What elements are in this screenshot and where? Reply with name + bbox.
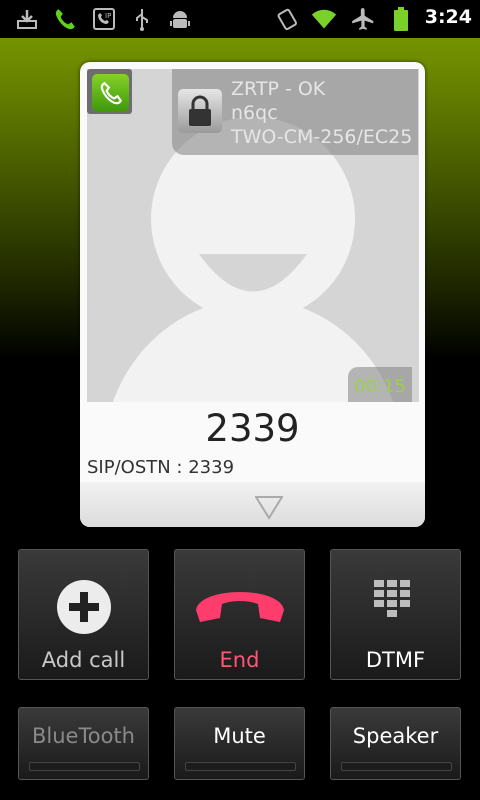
add-call-label: Add call — [41, 648, 126, 672]
call-icon — [52, 6, 78, 32]
call-card: 00:15 ZRTP - OK n6qc TWO-CM-256/EC25 233… — [80, 62, 425, 527]
svg-text:IP: IP — [105, 12, 111, 20]
speaker-label: Speaker — [352, 724, 439, 748]
bluetooth-toggle[interactable]: BlueTooth — [18, 707, 149, 780]
remote-number: 2339 — [205, 407, 300, 450]
vibrate-icon — [274, 6, 300, 32]
zrtp-status: ZRTP - OK — [231, 78, 326, 100]
usb-icon — [129, 6, 155, 32]
dtmf-button[interactable]: DTMF — [330, 549, 461, 680]
add-call-button[interactable]: Add call — [18, 549, 149, 680]
zrtp-cipher: TWO-CM-256/EC25 — [231, 126, 413, 148]
android-debug-icon — [167, 6, 193, 32]
end-call-button[interactable]: End — [174, 549, 305, 680]
dtmf-label: DTMF — [365, 648, 426, 672]
end-call-label: End — [219, 648, 260, 672]
chevron-down-icon[interactable] — [255, 496, 283, 520]
call-timer: 00:15 — [348, 367, 412, 402]
mute-indicator — [185, 762, 296, 771]
mute-label: Mute — [213, 724, 266, 748]
account-label: SIP/OSTN : 2339 — [87, 457, 235, 478]
status-bar: IP 3:24 — [0, 0, 480, 38]
speaker-indicator — [341, 762, 452, 771]
download-icon — [14, 6, 40, 32]
sip-icon: IP — [91, 6, 117, 32]
bluetooth-label: BlueTooth — [32, 724, 135, 748]
call-type-badge — [87, 69, 132, 114]
speaker-toggle[interactable]: Speaker — [330, 707, 461, 780]
status-time: 3:24 — [424, 6, 472, 28]
airplane-icon — [350, 6, 376, 32]
wifi-icon — [311, 6, 337, 32]
battery-icon — [388, 6, 414, 32]
mute-toggle[interactable]: Mute — [174, 707, 305, 780]
bluetooth-indicator — [29, 762, 140, 771]
hang-up-icon — [196, 592, 284, 622]
dialpad-icon — [374, 580, 410, 617]
zrtp-sas: n6qc — [231, 102, 278, 124]
phone-icon — [100, 81, 122, 104]
card-footer[interactable] — [80, 482, 425, 527]
zrtp-info-panel[interactable]: ZRTP - OK n6qc TWO-CM-256/EC25 — [172, 69, 418, 155]
lock-icon — [178, 89, 222, 133]
add-icon — [57, 580, 111, 634]
